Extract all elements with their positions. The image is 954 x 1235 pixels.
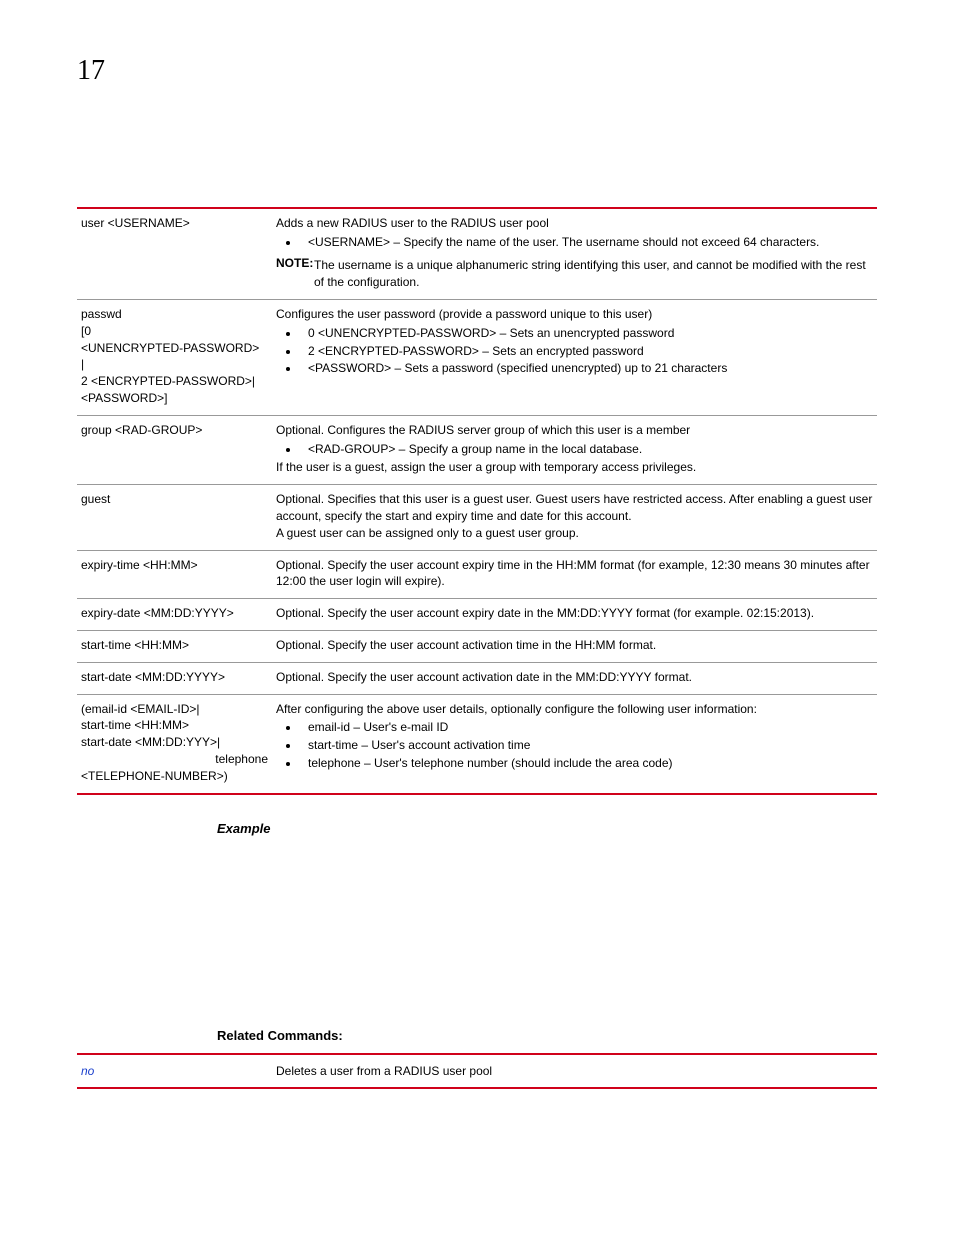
table-row: start-date <MM:DD:YYYY> Optional. Specif… bbox=[77, 662, 877, 694]
param-desc: Optional. Specify the user account expir… bbox=[272, 599, 877, 631]
desc-bullet: 0 <UNENCRYPTED-PASSWORD> – Sets an unenc… bbox=[300, 325, 873, 342]
syntax-line: telephone bbox=[81, 751, 268, 768]
syntax-line: start-time <HH:MM> bbox=[81, 717, 268, 734]
desc-intro: Optional. Configures the RADIUS server g… bbox=[276, 422, 873, 439]
param-syntax: user <USERNAME> bbox=[77, 208, 272, 299]
param-desc: Configures the user password (provide a … bbox=[272, 299, 877, 415]
table-row: expiry-time <HH:MM> Optional. Specify th… bbox=[77, 550, 877, 599]
related-commands-table: no Deletes a user from a RADIUS user poo… bbox=[77, 1053, 877, 1090]
param-syntax: expiry-time <HH:MM> bbox=[77, 550, 272, 599]
desc-intro: Adds a new RADIUS user to the RADIUS use… bbox=[276, 215, 873, 232]
desc-para: Optional. Specify the user account activ… bbox=[276, 669, 873, 686]
table-row: start-time <HH:MM> Optional. Specify the… bbox=[77, 630, 877, 662]
desc-bullet: telephone – User's telephone number (sho… bbox=[300, 755, 873, 772]
desc-post: If the user is a guest, assign the user … bbox=[276, 459, 873, 476]
command-link[interactable]: no bbox=[81, 1064, 94, 1078]
related-desc: Deletes a user from a RADIUS user pool bbox=[272, 1054, 877, 1089]
param-desc: Optional. Specify the user account expir… bbox=[272, 550, 877, 599]
related-commands-heading: Related Commands: bbox=[217, 1028, 877, 1043]
table-row: passwd [0 <UNENCRYPTED-PASSWORD> | 2 <EN… bbox=[77, 299, 877, 415]
desc-para: Optional. Specify the user account activ… bbox=[276, 637, 873, 654]
related-cmd: no bbox=[77, 1054, 272, 1089]
param-syntax: start-time <HH:MM> bbox=[77, 630, 272, 662]
desc-para: Optional. Specifies that this user is a … bbox=[276, 491, 873, 525]
desc-intro: After configuring the above user details… bbox=[276, 701, 873, 718]
syntax-line: start-date <MM:DD:YYY>| bbox=[81, 734, 268, 751]
param-desc: Optional. Specify the user account activ… bbox=[272, 630, 877, 662]
param-syntax: start-date <MM:DD:YYYY> bbox=[77, 662, 272, 694]
desc-bullet: start-time – User's account activation t… bbox=[300, 737, 873, 754]
syntax-line: <PASSWORD>] bbox=[81, 390, 268, 407]
syntax-line: (email-id <EMAIL-ID>| bbox=[81, 701, 268, 718]
syntax-line: 2 <ENCRYPTED-PASSWORD>| bbox=[81, 373, 268, 390]
table-row: expiry-date <MM:DD:YYYY> Optional. Speci… bbox=[77, 599, 877, 631]
page-number: 17 bbox=[77, 55, 877, 87]
param-syntax: guest bbox=[77, 485, 272, 550]
syntax-line: [0 bbox=[81, 323, 268, 340]
param-desc: After configuring the above user details… bbox=[272, 694, 877, 793]
desc-bullet: 2 <ENCRYPTED-PASSWORD> – Sets an encrypt… bbox=[300, 343, 873, 360]
param-desc: Optional. Specifies that this user is a … bbox=[272, 485, 877, 550]
param-desc: Optional. Configures the RADIUS server g… bbox=[272, 415, 877, 484]
param-desc: Optional. Specify the user account activ… bbox=[272, 662, 877, 694]
table-row: guest Optional. Specifies that this user… bbox=[77, 485, 877, 550]
syntax-line: <UNENCRYPTED-PASSWORD> bbox=[81, 340, 268, 357]
param-desc: Adds a new RADIUS user to the RADIUS use… bbox=[272, 208, 877, 299]
desc-bullet: <RAD-GROUP> – Specify a group name in th… bbox=[300, 441, 873, 458]
table-row: no Deletes a user from a RADIUS user poo… bbox=[77, 1054, 877, 1089]
table-row: group <RAD-GROUP> Optional. Configures t… bbox=[77, 415, 877, 484]
example-heading: Example bbox=[217, 821, 877, 836]
table-row: user <USERNAME> Adds a new RADIUS user t… bbox=[77, 208, 877, 299]
syntax-line: | bbox=[81, 356, 268, 373]
param-syntax: expiry-date <MM:DD:YYYY> bbox=[77, 599, 272, 631]
note-text: The username is a unique alphanumeric st… bbox=[276, 257, 873, 291]
syntax-line: passwd bbox=[81, 306, 268, 323]
syntax-line: <TELEPHONE-NUMBER>) bbox=[81, 768, 268, 785]
desc-bullet: <USERNAME> – Specify the name of the use… bbox=[300, 234, 873, 251]
note-label: NOTE: bbox=[276, 256, 313, 270]
desc-bullet: email-id – User's e-mail ID bbox=[300, 719, 873, 736]
desc-para: A guest user can be assigned only to a g… bbox=[276, 525, 873, 542]
desc-para: Optional. Specify the user account expir… bbox=[276, 557, 873, 591]
parameter-table: user <USERNAME> Adds a new RADIUS user t… bbox=[77, 207, 877, 795]
param-syntax: (email-id <EMAIL-ID>| start-time <HH:MM>… bbox=[77, 694, 272, 793]
param-syntax: passwd [0 <UNENCRYPTED-PASSWORD> | 2 <EN… bbox=[77, 299, 272, 415]
desc-para: Optional. Specify the user account expir… bbox=[276, 605, 873, 622]
param-syntax: group <RAD-GROUP> bbox=[77, 415, 272, 484]
desc-intro: Configures the user password (provide a … bbox=[276, 306, 873, 323]
desc-bullet: <PASSWORD> – Sets a password (specified … bbox=[300, 360, 873, 377]
table-row: (email-id <EMAIL-ID>| start-time <HH:MM>… bbox=[77, 694, 877, 793]
